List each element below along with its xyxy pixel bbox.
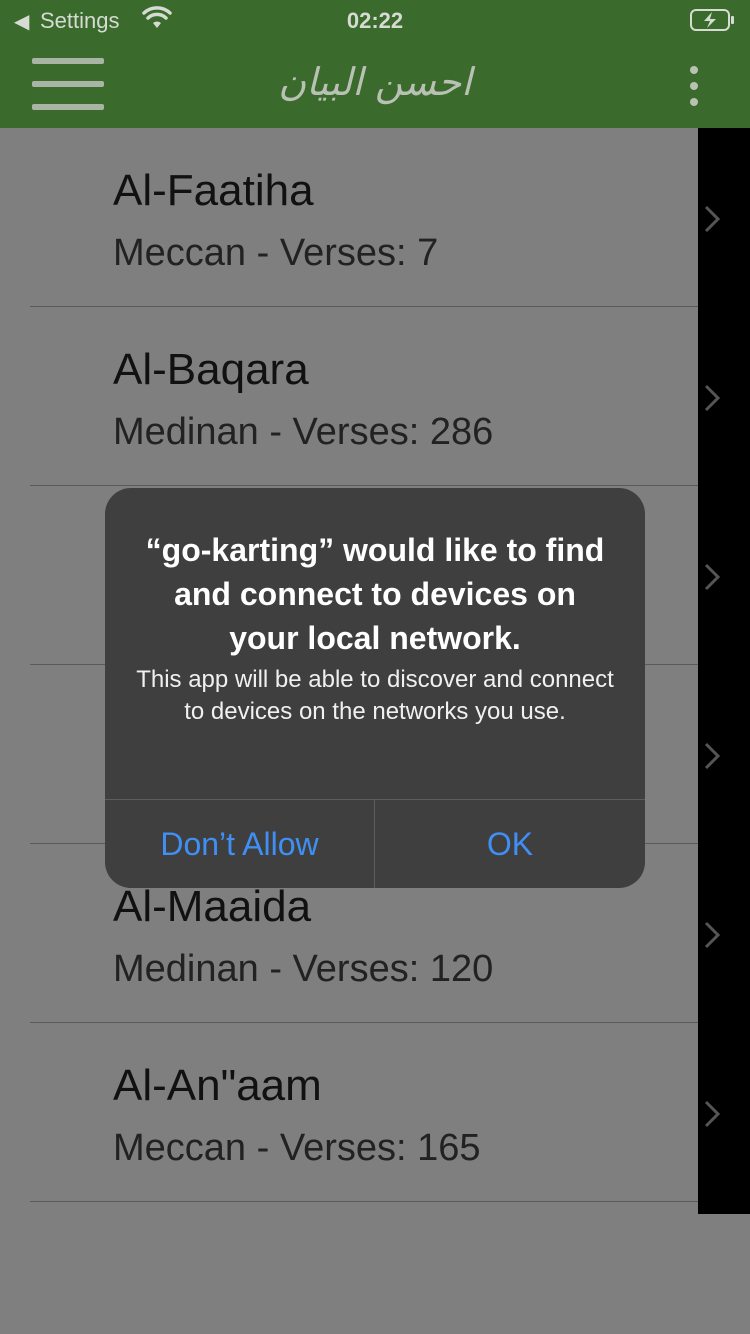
list-item[interactable]: Al-Baqara Medinan - Verses: 286 (0, 307, 698, 486)
list-item[interactable]: Al-An"aam Meccan - Verses: 165 (0, 1023, 698, 1202)
bottom-empty-area (0, 1214, 750, 1334)
ok-button[interactable]: OK (375, 800, 645, 888)
more-vertical-icon[interactable] (686, 66, 702, 106)
surah-meta: Medinan - Verses: 286 (113, 411, 494, 453)
list-item[interactable]: Al-Faatiha Meccan - Verses: 7 (0, 128, 698, 307)
side-index-strip (698, 128, 750, 1214)
alert-title: “go-karting” would like to find and conn… (145, 532, 605, 656)
alert-message: This app will be able to discover and co… (136, 666, 614, 725)
local-network-permission-alert: “go-karting” would like to find and conn… (105, 488, 645, 888)
status-time: 02:22 (346, 8, 404, 33)
surah-name: Al-An"aam (113, 1061, 322, 1110)
chevron-right-icon (704, 563, 721, 591)
app-bar: احسن البیان (0, 40, 750, 128)
surah-meta: Meccan - Verses: 7 (113, 232, 439, 274)
surah-meta: Medinan - Verses: 120 (113, 948, 494, 990)
surah-meta: Meccan - Verses: 165 (113, 1127, 481, 1169)
chevron-right-icon (704, 1100, 721, 1128)
chevron-right-icon (704, 921, 721, 949)
chevron-right-icon (704, 205, 721, 233)
surah-name: Al-Maaida (113, 882, 312, 931)
battery-icon (690, 8, 736, 37)
app-title: احسن البیان (278, 60, 472, 104)
surah-name: Al-Baqara (113, 345, 309, 394)
surah-name: Al-Faatiha (113, 166, 314, 215)
status-bar: ◀ Settings 02:22 (0, 0, 750, 40)
chevron-right-icon (704, 384, 721, 412)
dont-allow-button[interactable]: Don’t Allow (105, 800, 374, 888)
chevron-right-icon (704, 742, 721, 770)
divider (30, 1201, 698, 1202)
